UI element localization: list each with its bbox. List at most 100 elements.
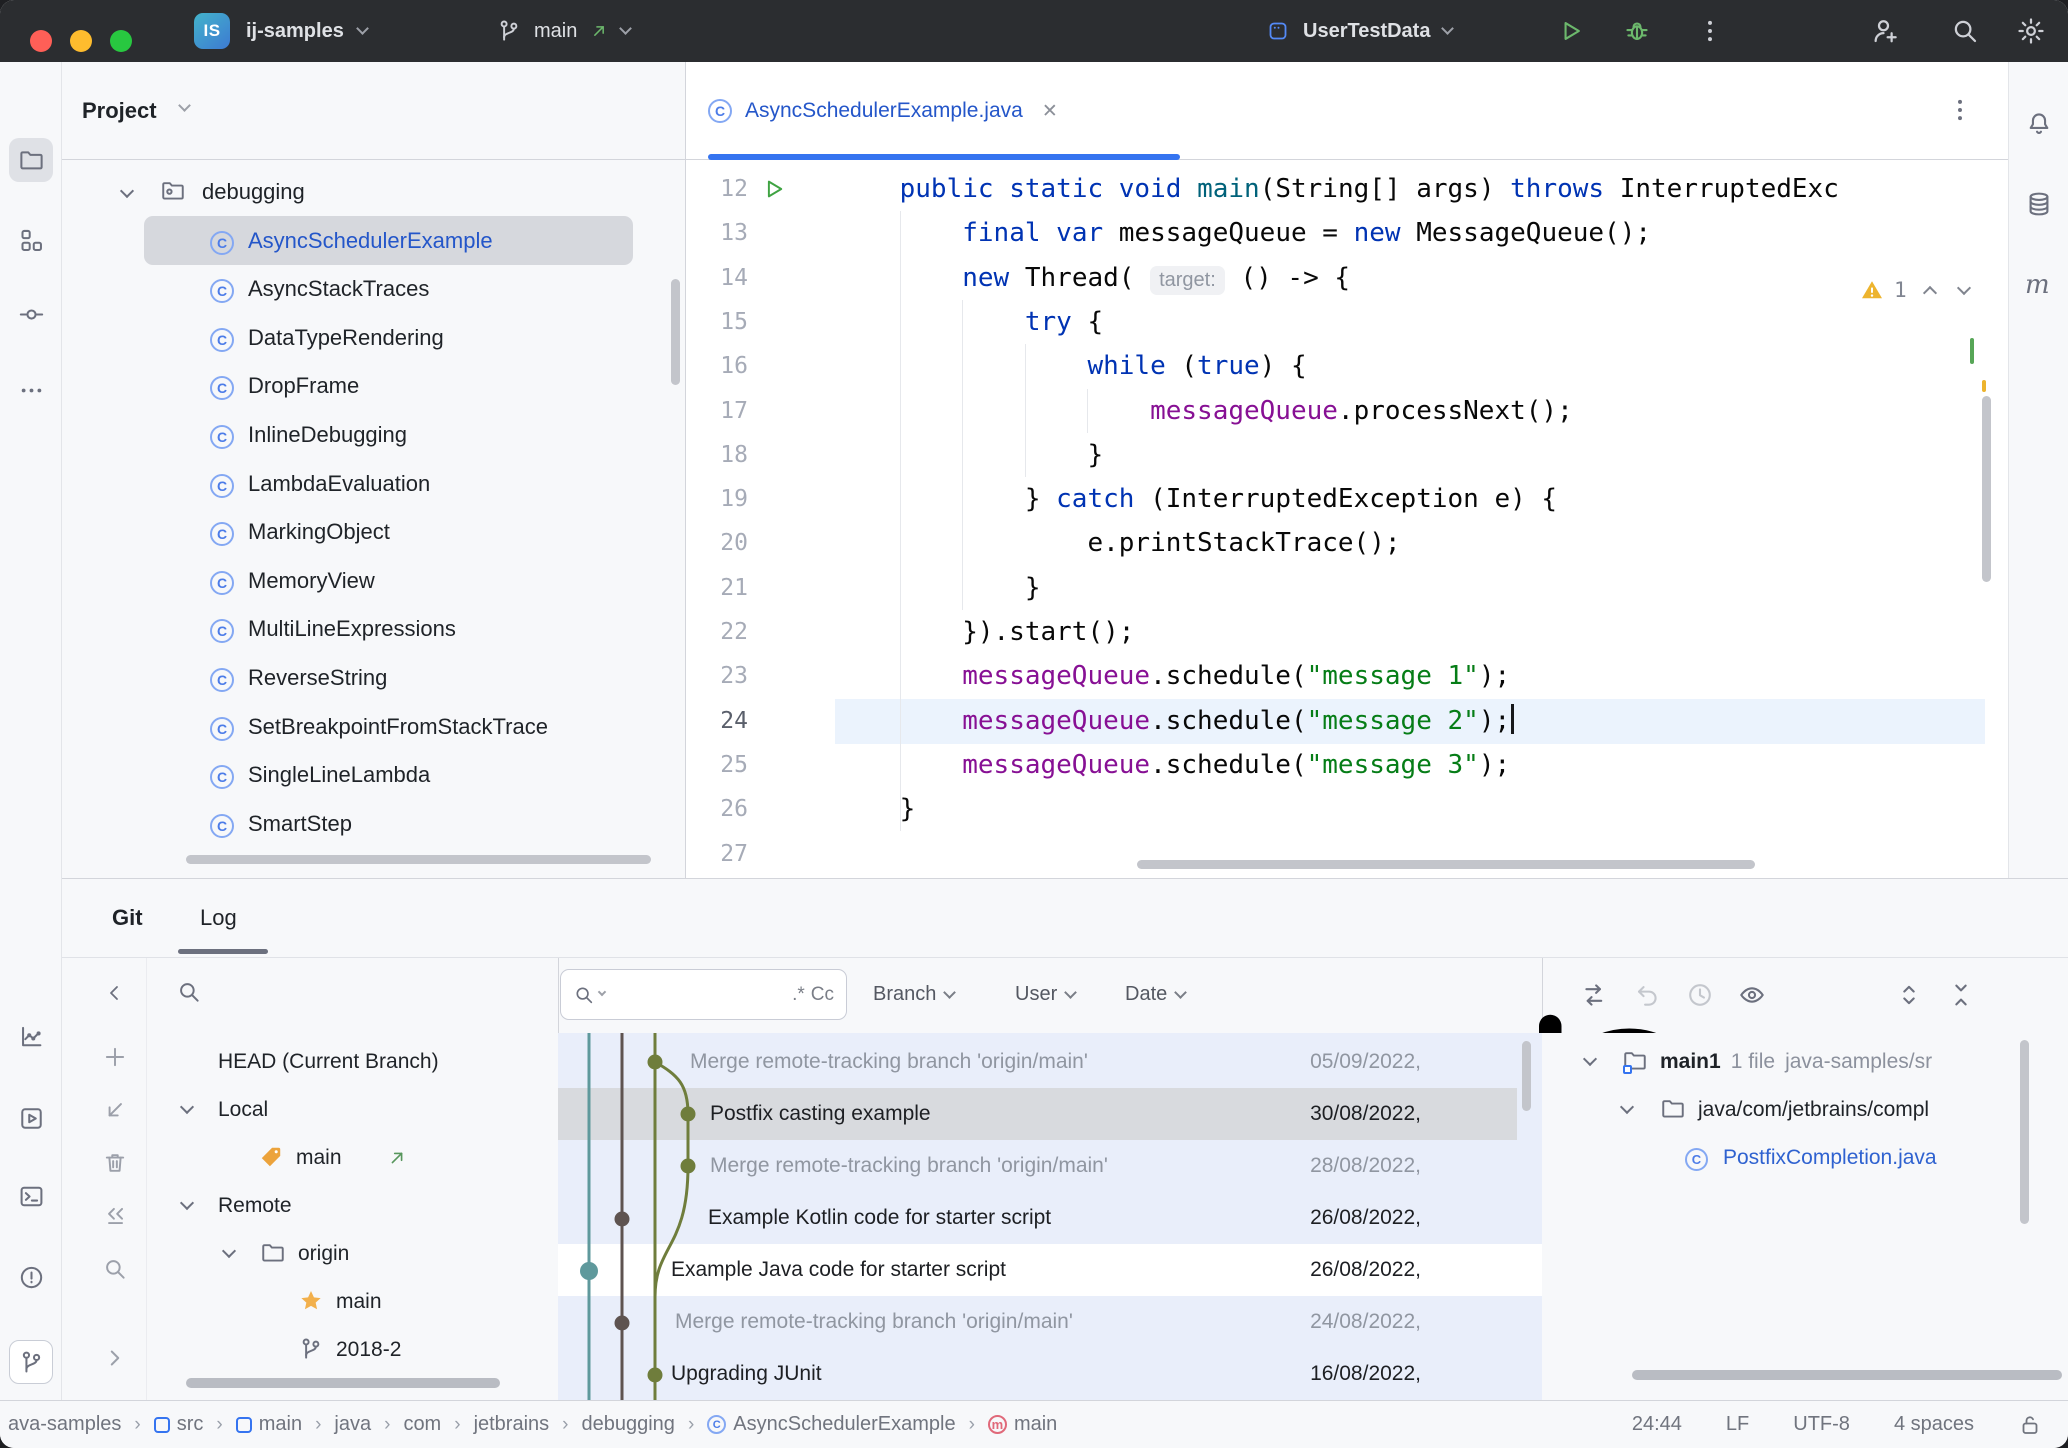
code-area[interactable]: 12 public static void main(String[] args… bbox=[686, 160, 2008, 878]
tab-git[interactable]: Git bbox=[112, 879, 143, 957]
tree-item-class[interactable]: CLambdaEvaluation bbox=[62, 459, 685, 508]
branch-item[interactable]: origin bbox=[146, 1230, 558, 1278]
sidebar-item-services[interactable] bbox=[9, 1096, 53, 1140]
debug-button[interactable] bbox=[1623, 17, 1651, 45]
tree-item-class[interactable]: CMarkingObject bbox=[62, 507, 685, 556]
chevron-down-icon[interactable] bbox=[180, 1100, 194, 1114]
editor-horizontal-scrollbar[interactable] bbox=[1137, 860, 1755, 869]
sidebar-item-project-folder[interactable] bbox=[9, 138, 53, 182]
branch-item[interactable]: main bbox=[146, 1134, 558, 1182]
run-line-icon[interactable] bbox=[760, 176, 786, 202]
chevron-down-icon[interactable] bbox=[222, 1244, 236, 1258]
breadcrumb-item[interactable]: debugging bbox=[582, 1413, 675, 1436]
chevron-down-icon[interactable] bbox=[120, 184, 134, 198]
sidebar-item-endpoints[interactable] bbox=[9, 1015, 53, 1059]
tree-item-class[interactable]: CDropFrame bbox=[62, 361, 685, 410]
chevron-right-icon[interactable] bbox=[102, 1345, 128, 1371]
breadcrumb-item[interactable]: jetbrains bbox=[474, 1413, 550, 1436]
filter-date[interactable]: Date bbox=[1125, 958, 1185, 1031]
undo-icon[interactable] bbox=[1634, 981, 1662, 1009]
tree-item-class[interactable]: CSmartStep bbox=[62, 799, 685, 848]
history-clock-icon[interactable] bbox=[1686, 981, 1714, 1009]
indent-setting[interactable]: 4 spaces bbox=[1894, 1413, 1974, 1436]
project-horizontal-scrollbar[interactable] bbox=[186, 855, 651, 864]
unlock-icon[interactable] bbox=[2018, 1413, 2042, 1437]
chevron-down-icon[interactable] bbox=[1583, 1052, 1597, 1066]
commits-vertical-scrollbar[interactable] bbox=[1522, 1041, 1531, 1111]
window-minimize-button[interactable] bbox=[70, 30, 92, 52]
details-horizontal-scrollbar[interactable] bbox=[1632, 1370, 2062, 1380]
breadcrumb-item[interactable]: CAsyncSchedulerExample bbox=[707, 1413, 955, 1436]
details-vertical-scrollbar[interactable] bbox=[2020, 1040, 2029, 1224]
encoding[interactable]: UTF-8 bbox=[1793, 1413, 1850, 1436]
details-tree-item[interactable]: CPostfixCompletion.java bbox=[1542, 1134, 2068, 1182]
tree-item-class[interactable]: CMultiLineExpressions bbox=[62, 604, 685, 653]
run-button[interactable] bbox=[1556, 17, 1584, 45]
close-icon[interactable]: ✕ bbox=[1042, 100, 1058, 123]
regex-toggle[interactable]: .* bbox=[792, 984, 805, 1006]
search-icon[interactable] bbox=[1950, 16, 1980, 46]
branch-item[interactable]: Remote bbox=[146, 1182, 558, 1230]
run-config-widget[interactable]: UserTestData bbox=[1266, 0, 1452, 62]
window-close-button[interactable] bbox=[30, 30, 52, 52]
branch-item[interactable]: 2018-2 bbox=[146, 1326, 558, 1374]
prev-warning-icon[interactable] bbox=[1923, 286, 1937, 300]
tree-item-class[interactable]: CAsyncSchedulerExample bbox=[62, 216, 685, 265]
tab-log[interactable]: Log bbox=[200, 879, 237, 957]
breadcrumb-item[interactable]: mmain bbox=[988, 1413, 1057, 1436]
database-icon[interactable] bbox=[2025, 190, 2053, 218]
sidebar-item-structure[interactable] bbox=[9, 218, 53, 262]
project-widget[interactable]: ij-samples bbox=[246, 0, 367, 62]
chevron-down-icon[interactable] bbox=[178, 99, 191, 112]
settings-gear-icon[interactable] bbox=[2016, 16, 2046, 46]
window-zoom-button[interactable] bbox=[110, 30, 132, 52]
notifications-bell-icon[interactable] bbox=[2025, 110, 2053, 138]
breadcrumb-item[interactable]: java bbox=[334, 1413, 371, 1436]
sidebar-item-git[interactable] bbox=[9, 1340, 53, 1384]
filter-branch[interactable]: Branch bbox=[873, 958, 954, 1031]
tree-item-folder[interactable]: debugging bbox=[62, 167, 685, 216]
tree-item-class[interactable]: CSetBreakpointFromStackTrace bbox=[62, 702, 685, 751]
editor-more-icon[interactable] bbox=[1946, 96, 1974, 124]
tab-asyncschedulerexample[interactable]: C AsyncSchedulerExample.java ✕ bbox=[708, 62, 1058, 160]
add-user-icon[interactable] bbox=[1870, 16, 1900, 46]
chevron-down-icon[interactable] bbox=[180, 1196, 194, 1210]
tree-item-class[interactable]: CReverseString bbox=[62, 653, 685, 702]
match-case-toggle[interactable]: Cc bbox=[811, 984, 834, 1006]
branch-item[interactable]: Local bbox=[146, 1086, 558, 1134]
breadcrumb-item[interactable]: main bbox=[236, 1413, 302, 1436]
log-search-field[interactable]: .* Cc bbox=[560, 969, 847, 1020]
branches-horizontal-scrollbar[interactable] bbox=[186, 1378, 500, 1388]
line-ending[interactable]: LF bbox=[1726, 1413, 1749, 1436]
sidebar-item-commit[interactable] bbox=[9, 292, 53, 336]
branches-search-icon[interactable] bbox=[176, 979, 202, 1005]
tree-item-class[interactable]: CDataTypeRendering bbox=[62, 313, 685, 362]
collapse-all-icon[interactable] bbox=[1947, 981, 1975, 1009]
maven-icon[interactable]: m bbox=[2025, 270, 2053, 298]
sidebar-item-more-tools[interactable] bbox=[9, 368, 53, 412]
delete-icon[interactable] bbox=[102, 1150, 128, 1176]
add-icon[interactable] bbox=[102, 1044, 128, 1070]
sidebar-item-terminal[interactable] bbox=[9, 1174, 53, 1218]
branch-item[interactable]: HEAD (Current Branch) bbox=[146, 1038, 558, 1086]
sidebar-item-problems[interactable] bbox=[9, 1255, 53, 1299]
caret-position[interactable]: 24:44 bbox=[1632, 1413, 1682, 1436]
breadcrumb-item[interactable]: com bbox=[403, 1413, 441, 1436]
breadcrumb-item[interactable]: ava-samples bbox=[8, 1413, 121, 1436]
compare-branches-icon[interactable] bbox=[1580, 981, 1608, 1009]
breadcrumb-item[interactable]: src bbox=[154, 1413, 204, 1436]
tree-item-class[interactable]: CSingleLineLambda bbox=[62, 750, 685, 799]
tree-item-class[interactable]: CInlineDebugging bbox=[62, 410, 685, 459]
project-vertical-scrollbar[interactable] bbox=[671, 279, 680, 385]
expand-all-icon[interactable] bbox=[1895, 981, 1923, 1009]
filter-user[interactable]: User bbox=[1015, 958, 1075, 1031]
details-tree-item[interactable]: main11 filejava-samples/sr bbox=[1542, 1038, 2068, 1086]
inspections-widget[interactable]: 1 bbox=[1854, 270, 1975, 310]
collapse-panel-icon[interactable] bbox=[102, 981, 126, 1005]
editor-vertical-scrollbar[interactable] bbox=[1982, 396, 1991, 582]
branch-widget[interactable]: main bbox=[496, 0, 630, 62]
details-tree-item[interactable]: java/com/jetbrains/compl bbox=[1542, 1086, 2068, 1134]
more-vertical-icon[interactable] bbox=[1696, 17, 1724, 45]
eye-icon[interactable] bbox=[1738, 981, 1766, 1009]
search-icon[interactable] bbox=[102, 1256, 128, 1282]
